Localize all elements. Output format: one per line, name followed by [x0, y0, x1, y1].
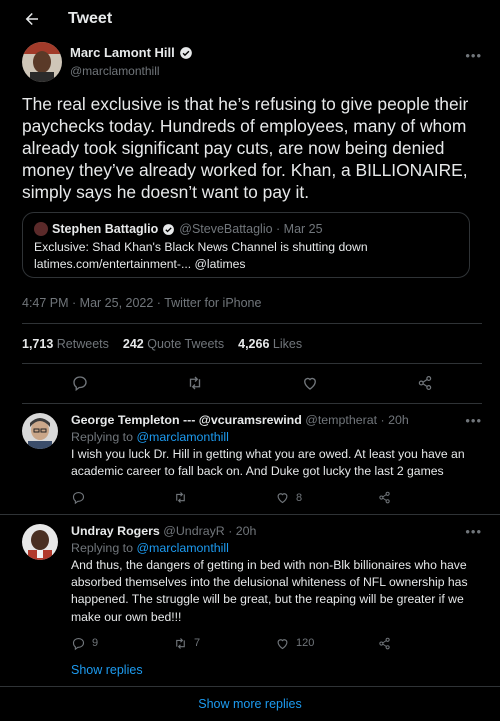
like-icon[interactable]: 120 [275, 636, 377, 651]
replying-to: Replying to @marclamonthill [71, 430, 491, 444]
tweet-text: The real exclusive is that he’s refusing… [22, 94, 469, 202]
replying-to-link[interactable]: @marclamonthill [136, 430, 228, 444]
avatar[interactable] [22, 42, 62, 82]
back-arrow-icon[interactable] [22, 9, 42, 29]
reply-actions: 8 [71, 490, 491, 505]
reply-icon[interactable] [71, 490, 173, 505]
reply-count: 9 [92, 637, 99, 650]
divider [0, 686, 500, 687]
like-icon[interactable] [301, 374, 319, 392]
reply-icon[interactable] [71, 374, 89, 392]
likes-label: Likes [272, 337, 303, 351]
page-title: Tweet [68, 10, 113, 27]
author-name[interactable]: Marc Lamont Hill [70, 45, 175, 60]
more-options-icon[interactable]: ••• [465, 524, 482, 539]
quote-text-line1: Exclusive: Shad Khan's Black News Channe… [34, 240, 368, 254]
share-icon[interactable] [377, 490, 479, 505]
share-icon[interactable] [416, 374, 434, 392]
verified-badge-icon [162, 223, 175, 236]
divider [22, 403, 482, 404]
replying-to-label: Replying to [71, 541, 133, 555]
retweet-icon[interactable] [173, 490, 275, 505]
reply-text: I wish you luck Dr. Hill in getting what… [71, 447, 465, 479]
more-options-icon[interactable]: ••• [465, 413, 482, 428]
quoted-tweet[interactable]: Stephen Battaglio @SteveBattaglio · Mar … [22, 212, 470, 278]
reply-tweet: Undray Rogers @UndrayR · 20h Replying to… [22, 524, 500, 654]
reply-tweet: George Templeton --- @vcuramsrewind @tem… [22, 413, 500, 509]
reply-meta[interactable]: @UndrayR · 20h [163, 524, 256, 538]
retweets-stat[interactable]: 1,713 Retweets [22, 337, 109, 351]
main-tweet-actions [22, 374, 482, 392]
share-icon[interactable] [377, 636, 479, 651]
retweet-count: 7 [194, 637, 201, 650]
like-icon[interactable]: 8 [275, 490, 377, 505]
divider [0, 514, 500, 515]
top-bar: Tweet [0, 0, 500, 38]
quote-author-name: Stephen Battaglio [52, 222, 159, 236]
reply-text: And thus, the dangers of getting in bed … [71, 558, 468, 624]
quotes-stat[interactable]: 242 Quote Tweets [123, 337, 224, 351]
avatar[interactable] [22, 524, 58, 560]
quotes-count: 242 [122, 337, 144, 351]
quote-avatar [34, 222, 48, 236]
retweets-label: Retweets [56, 337, 109, 351]
author-handle[interactable]: @marclamonthill [70, 64, 193, 78]
divider [22, 363, 482, 364]
reply-icon[interactable]: 9 [71, 636, 173, 651]
reply-actions: 9 7 120 [71, 636, 491, 651]
retweet-icon[interactable] [186, 374, 204, 392]
avatar[interactable] [22, 413, 58, 449]
divider [22, 323, 482, 324]
quote-text-line2: latimes.com/entertainment-... @latimes [34, 257, 246, 271]
reply-meta[interactable]: @temptherat · 20h [305, 413, 409, 427]
retweets-count: 1,713 [22, 337, 54, 351]
replying-to-label: Replying to [71, 430, 133, 444]
tweet-stats: 1,713 Retweets 242 Quote Tweets 4,266 Li… [22, 337, 302, 351]
show-replies-link[interactable]: Show replies [71, 663, 143, 677]
verified-badge-icon [179, 46, 193, 60]
like-count: 120 [296, 637, 315, 650]
like-count: 8 [296, 491, 303, 504]
show-more-replies-link[interactable]: Show more replies [0, 697, 500, 711]
quotes-label: Quote Tweets [147, 337, 225, 351]
main-tweet-author: Marc Lamont Hill @marclamonthill ••• [22, 42, 500, 82]
likes-count: 4,266 [238, 337, 270, 351]
more-options-icon[interactable]: ••• [465, 48, 482, 63]
reply-author-name[interactable]: George Templeton --- @vcuramsrewind [71, 413, 302, 427]
likes-stat[interactable]: 4,266 Likes [238, 337, 302, 351]
replying-to: Replying to @marclamonthill [71, 541, 491, 555]
retweet-icon[interactable]: 7 [173, 636, 275, 651]
quote-meta: @SteveBattaglio · Mar 25 [179, 222, 323, 236]
replying-to-link[interactable]: @marclamonthill [136, 541, 228, 555]
tweet-timestamp[interactable]: 4:47 PM · Mar 25, 2022 · Twitter for iPh… [22, 296, 261, 310]
reply-author-name[interactable]: Undray Rogers [71, 524, 160, 538]
